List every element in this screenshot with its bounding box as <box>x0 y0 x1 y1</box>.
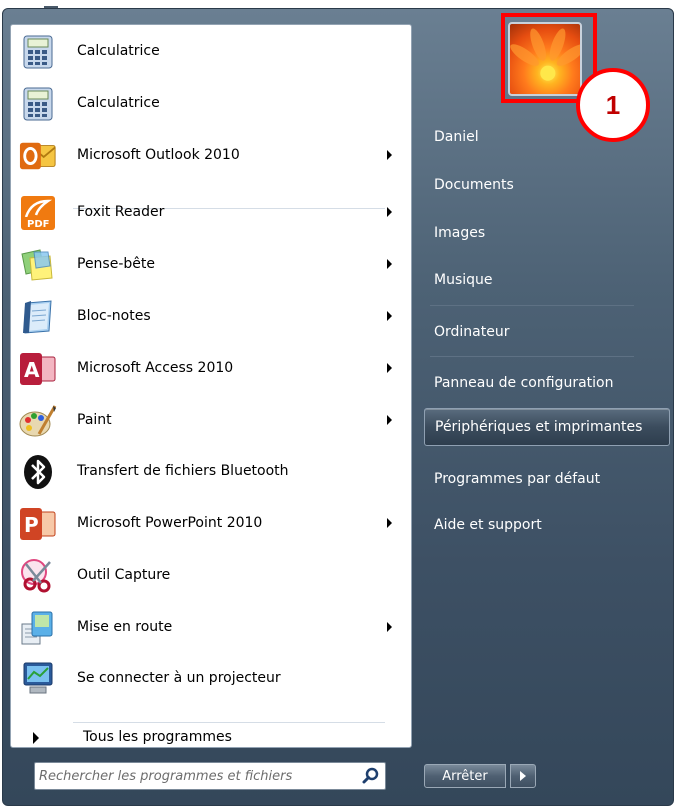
shutdown-options-button[interactable] <box>510 764 536 788</box>
program-list-pane: Calculatrice Calculatrice Microsoft Outl… <box>10 24 412 748</box>
program-item-outil-capture[interactable]: Outil Capture <box>11 551 411 599</box>
callout-number: 1 <box>605 89 621 120</box>
program-label: Microsoft PowerPoint 2010 <box>77 515 263 531</box>
program-label: Microsoft Outlook 2010 <box>77 147 240 163</box>
right-item-label: Périphériques et imprimantes <box>435 419 643 435</box>
right-item-aide-et-support[interactable]: Aide et support <box>424 506 670 544</box>
right-item-images[interactable]: Images <box>424 214 670 252</box>
program-item-bloc-notes[interactable]: Bloc-notes <box>11 292 411 340</box>
program-item-foxit-reader[interactable]: PDF Foxit Reader <box>11 188 411 236</box>
shutdown-button[interactable]: Arrêter <box>424 764 506 788</box>
access-icon: A <box>19 350 57 388</box>
outlook-icon <box>19 137 57 175</box>
pdf-icon: PDF <box>19 194 57 232</box>
calculator-icon <box>19 85 57 123</box>
program-label: Mise en route <box>77 619 173 635</box>
all-programs-button[interactable]: Tous les programmes <box>11 725 411 751</box>
calculator-icon <box>19 33 57 71</box>
projector-icon <box>19 660 57 698</box>
svg-text:A: A <box>24 358 40 382</box>
submenu-arrow-icon[interactable] <box>387 150 392 160</box>
submenu-arrow-icon[interactable] <box>387 207 392 217</box>
submenu-arrow-icon[interactable] <box>387 363 392 373</box>
right-item-label: Musique <box>434 272 493 288</box>
submenu-arrow-icon[interactable] <box>387 518 392 528</box>
right-item-label: Daniel <box>434 129 479 145</box>
submenu-arrow-icon[interactable] <box>387 259 392 269</box>
right-item-documents[interactable]: Documents <box>424 166 670 204</box>
right-item-label: Panneau de configuration <box>434 375 614 391</box>
paint-palette-icon <box>19 402 57 440</box>
program-label: Foxit Reader <box>77 204 165 220</box>
search-input[interactable] <box>39 766 349 786</box>
program-item-calculatrice-2[interactable]: Calculatrice <box>11 79 411 127</box>
search-box[interactable] <box>34 762 386 790</box>
shutdown-label: Arrêter <box>442 768 488 784</box>
program-label: Calculatrice <box>77 43 160 59</box>
program-label: Bloc-notes <box>77 308 151 324</box>
right-item-panneau-de-configuration[interactable]: Panneau de configuration <box>424 364 670 402</box>
all-programs-label: Tous les programmes <box>83 729 232 745</box>
program-item-projecteur[interactable]: Se connecter à un projecteur <box>11 654 411 702</box>
right-item-label: Aide et support <box>434 517 542 533</box>
program-item-bluetooth[interactable]: Transfert de fichiers Bluetooth <box>11 447 411 495</box>
program-label: Calculatrice <box>77 95 160 111</box>
powerpoint-icon: P <box>19 505 57 543</box>
right-separator <box>430 356 634 357</box>
right-item-label: Programmes par défaut <box>434 471 601 487</box>
all-programs-separator <box>73 722 385 723</box>
program-label: Outil Capture <box>77 567 171 583</box>
program-item-powerpoint[interactable]: P Microsoft PowerPoint 2010 <box>11 499 411 547</box>
right-item-label: Documents <box>434 177 514 193</box>
program-label: Transfert de fichiers Bluetooth <box>77 463 289 479</box>
program-item-pense-bete[interactable]: Pense-bête <box>11 240 411 288</box>
svg-text:PDF: PDF <box>27 219 49 230</box>
program-label: Se connecter à un projecteur <box>77 670 281 686</box>
right-item-ordinateur[interactable]: Ordinateur <box>424 313 670 351</box>
program-item-access[interactable]: A Microsoft Access 2010 <box>11 344 411 392</box>
expand-arrow-icon <box>33 732 39 744</box>
program-item-mise-en-route[interactable]: Mise en route <box>11 603 411 651</box>
getting-started-icon <box>19 609 57 647</box>
submenu-arrow-icon[interactable] <box>387 311 392 321</box>
right-item-peripheriques-et-imprimantes[interactable]: Périphériques et imprimantes <box>424 408 670 446</box>
svg-text:P: P <box>24 513 39 537</box>
notepad-icon <box>19 298 57 336</box>
sticky-notes-icon <box>19 246 57 284</box>
program-item-calculatrice[interactable]: Calculatrice <box>11 27 411 75</box>
right-item-musique[interactable]: Musique <box>424 261 670 299</box>
submenu-arrow-icon[interactable] <box>387 415 392 425</box>
right-item-user[interactable]: Daniel <box>424 118 670 156</box>
program-label: Pense-bête <box>77 256 155 272</box>
chevron-right-icon <box>520 771 526 781</box>
program-label: Paint <box>77 412 112 428</box>
start-menu: Calculatrice Calculatrice Microsoft Outl… <box>0 0 674 808</box>
search-icon[interactable] <box>361 766 381 786</box>
right-item-label: Images <box>434 225 486 241</box>
right-item-label: Ordinateur <box>434 324 510 340</box>
scissors-icon <box>19 557 57 595</box>
bluetooth-icon <box>19 453 57 491</box>
program-item-paint[interactable]: Paint <box>11 396 411 444</box>
program-item-outlook[interactable]: Microsoft Outlook 2010 <box>11 131 411 179</box>
program-label: Microsoft Access 2010 <box>77 360 234 376</box>
submenu-arrow-icon[interactable] <box>387 622 392 632</box>
right-item-programmes-par-defaut[interactable]: Programmes par défaut <box>424 460 670 498</box>
right-separator <box>430 305 634 306</box>
